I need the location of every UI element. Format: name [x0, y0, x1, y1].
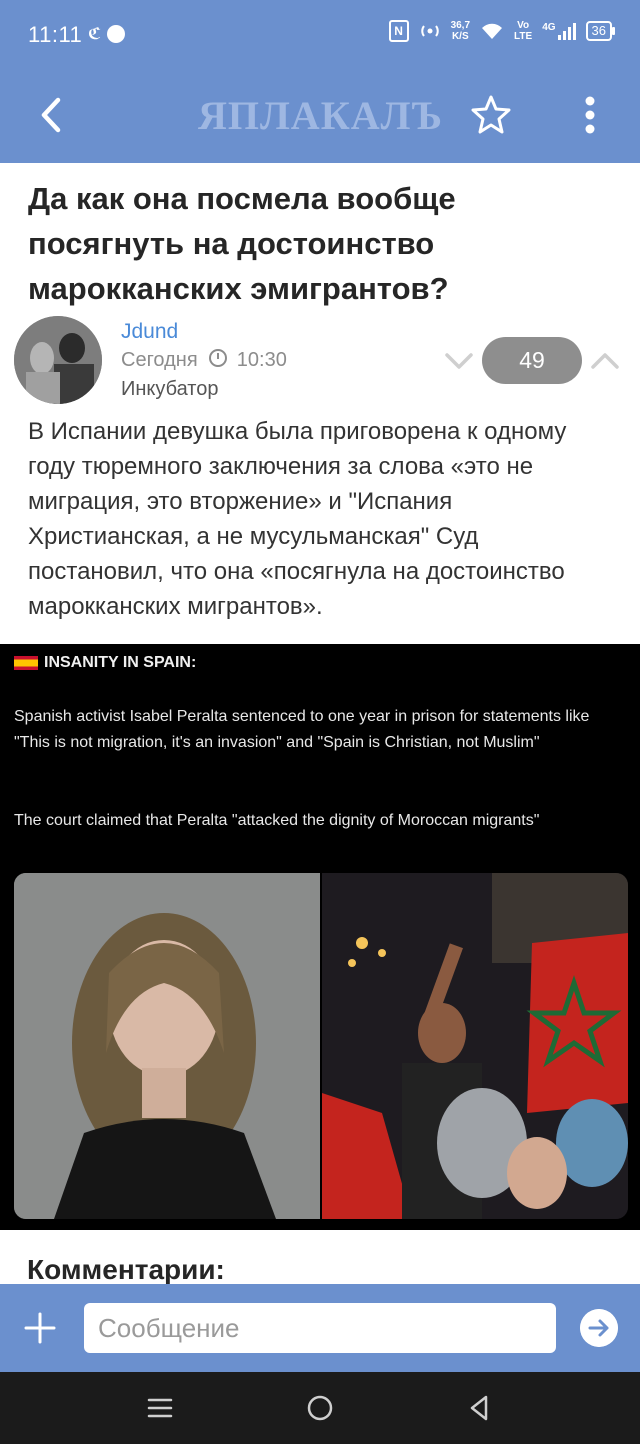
vote-down-icon[interactable]: [444, 346, 474, 376]
image-paragraph-1: Spanish activist Isabel Peralta sentence…: [14, 708, 590, 751]
image-headline-text: INSANITY IN SPAIN:: [44, 654, 197, 671]
hotspot-icon: [420, 25, 439, 37]
system-navigation-bar: [0, 1372, 640, 1444]
avatar-image: [14, 316, 102, 404]
message-composer: [0, 1284, 640, 1372]
post-date-day: Сегодня: [121, 349, 198, 371]
site-logo[interactable]: ЯПЛАКАЛЪ: [198, 94, 443, 138]
post-time: 10:30: [236, 349, 287, 371]
author-name[interactable]: Jdund: [121, 320, 178, 344]
status-right-icons: N 36,7 K/S Vo LTE 4G 36: [388, 20, 616, 42]
status-time: 11:11: [28, 22, 83, 47]
author-avatar[interactable]: [14, 316, 102, 404]
image-headline: INSANITY IN SPAIN:: [14, 654, 196, 672]
post-image[interactable]: INSANITY IN SPAIN: Spanish activist Isab…: [0, 644, 640, 1230]
status-left-icons: ℭ: [88, 24, 126, 44]
post-section[interactable]: Инкубатор: [121, 378, 218, 401]
app-header: ЯПЛАКАЛЪ: [0, 70, 640, 163]
chat-notification-icon: [107, 25, 126, 43]
signal-bars-icon: [557, 22, 576, 40]
rating-badge: 49: [482, 337, 582, 384]
send-arrow-icon[interactable]: [580, 1309, 618, 1347]
battery-level: 36: [591, 23, 606, 38]
status-bar: 11:11 ℭ N 36,7 K/S Vo LTE 4G 36: [0, 0, 640, 70]
plus-icon[interactable]: [22, 1310, 58, 1346]
signal-indicator: 4G: [542, 22, 576, 40]
volte-indicator: Vo LTE: [514, 20, 532, 42]
message-input[interactable]: [84, 1303, 556, 1353]
photo-woman-portrait: [14, 873, 320, 1219]
clock-icon: [209, 349, 228, 367]
back-arrow-icon[interactable]: [30, 90, 74, 140]
image-paragraph-2: The court claimed that Peralta "attacked…: [14, 812, 540, 829]
spain-flag-icon: [14, 656, 38, 670]
post-title: Да как она посмела вообще посягнуть на д…: [28, 181, 456, 306]
post-date: Сегодня 10:30: [121, 349, 287, 372]
nfc-icon: N: [388, 20, 409, 42]
network-speed-unit: K/S: [451, 31, 469, 42]
post-body: В Испании девушка была приговорена к одн…: [28, 418, 567, 620]
star-icon[interactable]: [468, 92, 514, 138]
recents-menu-icon[interactable]: [146, 1394, 174, 1422]
vote-up-icon[interactable]: [590, 346, 620, 376]
back-triangle-icon[interactable]: [466, 1394, 494, 1422]
photo-crowd-with-flag: [322, 873, 628, 1219]
comments-heading: Комментарии:: [27, 1254, 225, 1284]
app-notification-icon: ℭ: [88, 26, 102, 43]
battery-icon: 36: [585, 21, 616, 41]
volte-bottom: LTE: [514, 31, 533, 42]
home-circle-icon[interactable]: [306, 1394, 334, 1422]
network-speed-value: 36,7: [450, 20, 471, 31]
wifi-icon: [482, 23, 503, 39]
volte-top: Vo: [517, 20, 530, 31]
network-speed: 36,7 K/S: [451, 20, 470, 42]
more-vertical-icon[interactable]: [574, 92, 606, 138]
network-type: 4G: [542, 22, 556, 33]
